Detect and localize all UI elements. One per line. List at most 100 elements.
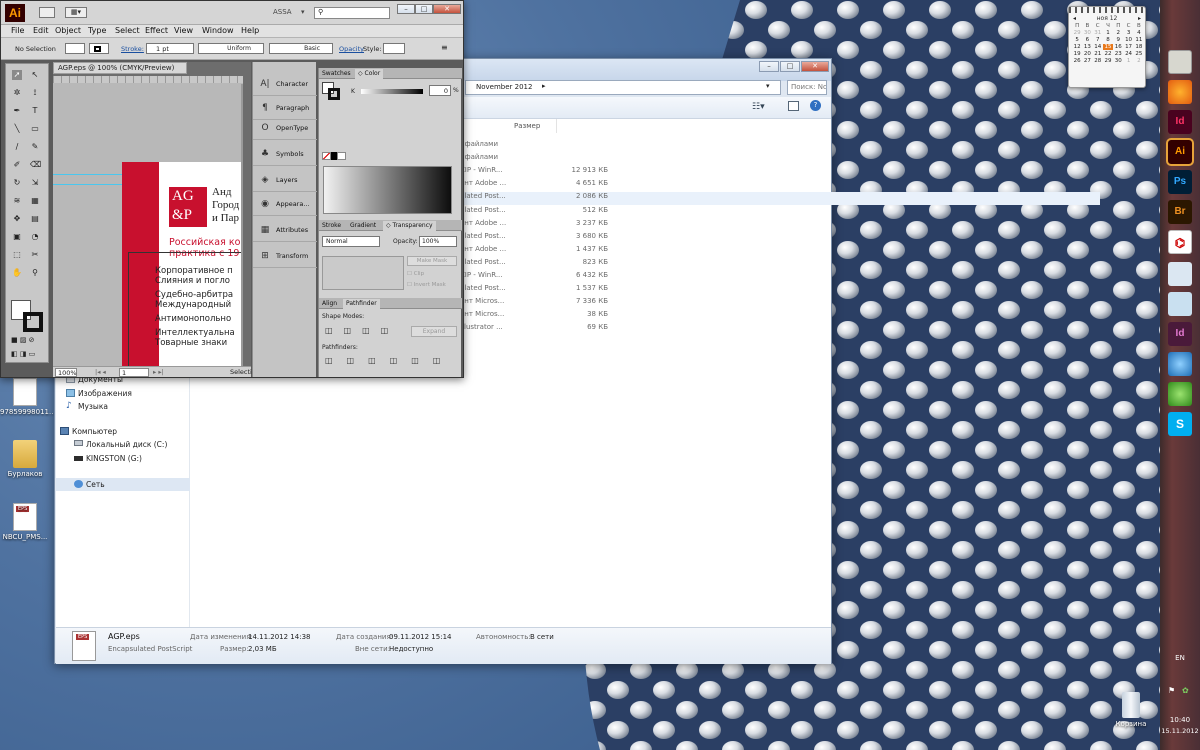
calendar-day[interactable]: 13 xyxy=(1082,44,1092,50)
variable-width-profile[interactable]: Uniform xyxy=(198,43,264,54)
calendar-day[interactable]: 19 xyxy=(1072,51,1082,57)
close-button[interactable]: ✕ xyxy=(801,61,829,72)
size-column-header[interactable]: Размер xyxy=(514,122,540,130)
calendar-day[interactable]: 4 xyxy=(1134,30,1144,36)
k-slider[interactable] xyxy=(361,89,423,94)
panel-transform[interactable]: ⊞ Transform xyxy=(253,244,317,268)
calendar-day[interactable]: 8 xyxy=(1103,37,1113,43)
pen-tool-icon[interactable]: ✒ xyxy=(12,106,22,116)
network-icon[interactable] xyxy=(1168,352,1192,376)
calendar-day[interactable]: 21 xyxy=(1093,51,1103,57)
desktop-icon-recycle-bin[interactable]: Корзина xyxy=(1106,692,1156,728)
minimize-button[interactable]: – xyxy=(397,4,415,14)
calendar-day[interactable]: 16 xyxy=(1113,44,1123,50)
calendar-day[interactable]: 26 xyxy=(1072,58,1082,64)
calendar-day[interactable]: 6 xyxy=(1082,37,1092,43)
file-row[interactable]: ulated Post... 3 680 КБ xyxy=(460,232,1100,245)
calendar-day[interactable]: 29 xyxy=(1072,30,1082,36)
file-row[interactable]: ент Micros... 7 336 КБ xyxy=(460,297,1100,310)
menu-effect[interactable]: Effect xyxy=(145,26,168,35)
pencil-tool-icon[interactable]: ✎ xyxy=(30,142,40,152)
none-black-white-swatches[interactable] xyxy=(322,152,347,160)
tray-app-icon[interactable]: ✿ xyxy=(1182,686,1189,695)
workspace-dropdown-icon[interactable]: ▾ xyxy=(301,8,305,16)
file-row[interactable]: ент Adobe ... 1 437 КБ xyxy=(460,245,1100,258)
calendar-day[interactable]: 29 xyxy=(1103,58,1113,64)
file-row[interactable]: ulated Post... 512 КБ xyxy=(460,206,1100,219)
desktop-icon-folder[interactable]: Бурлаков xyxy=(0,440,50,478)
expand-button[interactable]: Expand xyxy=(411,326,457,337)
calendar-day[interactable]: 18 xyxy=(1134,44,1144,50)
photoshop-icon[interactable]: Ps xyxy=(1168,170,1192,194)
calendar-day[interactable]: 5 xyxy=(1072,37,1082,43)
draw-mode-buttons[interactable]: ◧ ◨ ▭ xyxy=(11,350,45,360)
calendar-day[interactable]: 2 xyxy=(1113,30,1123,36)
brush-definition[interactable]: Basic xyxy=(269,43,333,54)
artboard-tool-icon[interactable]: ⬚ xyxy=(12,250,22,260)
file-row[interactable]: ент Adobe ... 4 651 КБ xyxy=(460,179,1100,192)
calendar-day[interactable]: 22 xyxy=(1103,51,1113,57)
nav-item-kingston[interactable]: KINGSTON (G:) xyxy=(74,454,142,463)
symbol-sprayer-tool-icon[interactable]: ✥ xyxy=(12,214,22,224)
pathfinder-buttons[interactable]: ◫◫◫◫◫◫ xyxy=(325,356,454,365)
direct-selection-tool-icon[interactable]: ↖ xyxy=(30,70,40,80)
file-row[interactable]: : файлами xyxy=(460,140,1100,153)
warp-tool-icon[interactable]: ≋ xyxy=(12,196,22,206)
magic-wand-tool-icon[interactable]: ✲ xyxy=(12,88,22,98)
zoom-field[interactable]: 100% xyxy=(55,368,77,377)
notes-icon[interactable] xyxy=(1168,292,1192,316)
calendar-day[interactable]: 30 xyxy=(1113,58,1123,64)
opacity-input[interactable]: 100% xyxy=(419,236,457,247)
clock-date[interactable]: 15.11.2012 xyxy=(1160,727,1200,735)
nav-item-images[interactable]: Изображения xyxy=(66,389,132,398)
calendar-day[interactable]: 25 xyxy=(1134,51,1144,57)
breadcrumb-chevron-icon[interactable]: ▸ xyxy=(542,82,546,90)
make-mask-button[interactable]: Make Mask xyxy=(407,256,457,266)
nav-item-network-selected[interactable]: Сеть xyxy=(56,478,190,491)
search-input[interactable]: ⚲ xyxy=(314,7,390,19)
file-row[interactable]: ZIP - WinR... 6 432 КБ xyxy=(460,271,1100,284)
panel-character[interactable]: A| Character xyxy=(253,72,317,96)
panel-layers[interactable]: ◈ Layers xyxy=(253,168,317,192)
nav-item-computer[interactable]: Компьютер xyxy=(60,427,117,436)
desktop-icon-eps[interactable]: EPS NBCU_PMS... xyxy=(0,503,50,541)
paintbrush-tool-icon[interactable]: ∕ xyxy=(12,142,22,152)
explorer-icon[interactable] xyxy=(1168,50,1192,74)
zoom-tool-icon[interactable]: ⚲ xyxy=(30,268,40,278)
color-mode-buttons[interactable]: ■ ▨ ⊘ xyxy=(11,336,45,346)
panel-appeara[interactable]: ◉ Appeara... xyxy=(253,192,317,216)
eraser-tool-icon[interactable]: ⌫ xyxy=(30,160,41,170)
blob-brush-tool-icon[interactable]: ✐ xyxy=(12,160,22,170)
k-value-input[interactable]: 0 xyxy=(429,85,451,96)
incopy-icon[interactable]: Id xyxy=(1168,322,1192,346)
shape-mode-buttons[interactable]: ◫◫◫◫ xyxy=(325,326,399,335)
maximize-button[interactable]: □ xyxy=(415,4,433,14)
clock-time[interactable]: 10:40 xyxy=(1160,716,1200,724)
maximize-button[interactable]: □ xyxy=(780,61,800,72)
panel-attributes[interactable]: ▦ Attributes xyxy=(253,218,317,242)
rotate-tool-icon[interactable]: ↻ xyxy=(12,178,22,188)
icq-icon[interactable] xyxy=(1168,382,1192,406)
menu-object[interactable]: Object xyxy=(55,26,81,35)
calendar-day[interactable]: 10 xyxy=(1123,37,1133,43)
calendar-day[interactable]: 7 xyxy=(1093,37,1103,43)
close-button[interactable]: ✕ xyxy=(433,4,461,14)
calendar-day[interactable]: 11 xyxy=(1134,37,1144,43)
line-segment-tool-icon[interactable]: ╲ xyxy=(12,124,22,134)
blend-mode-select[interactable]: Normal xyxy=(322,236,380,247)
tab-align[interactable]: Align xyxy=(319,299,340,309)
address-bar[interactable]: November 2012 ▸ ▾ xyxy=(465,80,781,95)
column-graph-tool-icon[interactable]: ▤ xyxy=(30,214,40,224)
fill-swatch[interactable] xyxy=(65,43,85,54)
document-viewer-icon[interactable] xyxy=(1168,262,1192,286)
indesign-icon[interactable]: Id xyxy=(1168,110,1192,134)
breadcrumb[interactable]: November 2012 xyxy=(476,83,532,91)
file-row[interactable]: ZIP - WinR... 12 913 КБ xyxy=(460,166,1100,179)
menu-window[interactable]: Window xyxy=(202,26,234,35)
calendar-day[interactable]: 9 xyxy=(1113,37,1123,43)
rectangle-tool-icon[interactable]: ▭ xyxy=(30,124,40,134)
calendar-day[interactable]: 3 xyxy=(1123,30,1133,36)
tab-stroke[interactable]: Stroke xyxy=(319,221,344,231)
skype-icon[interactable]: S xyxy=(1168,412,1192,436)
file-row[interactable]: ент Micros... 38 КБ xyxy=(460,310,1100,323)
